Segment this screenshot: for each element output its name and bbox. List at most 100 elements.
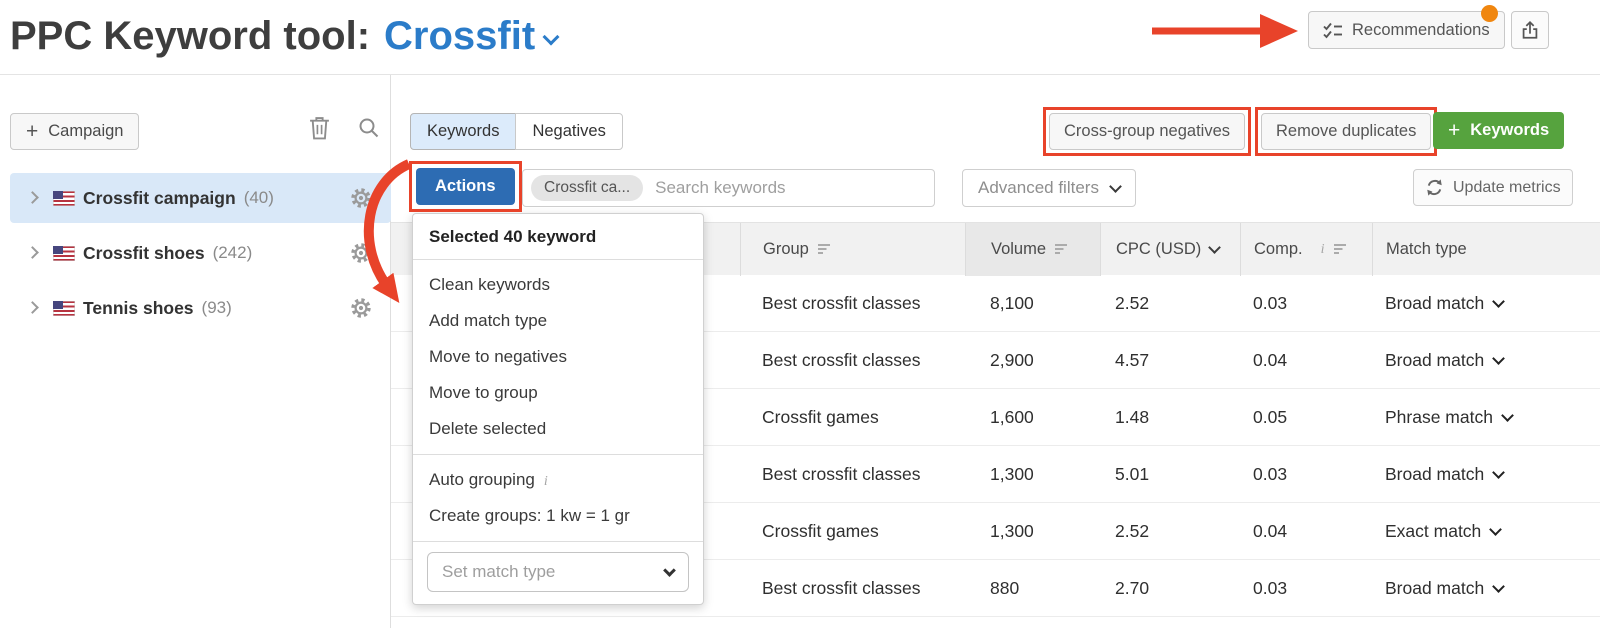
match-type-dropdown[interactable]: Exact match xyxy=(1372,521,1600,542)
auto-grouping-label: Auto grouping xyxy=(429,470,535,489)
cpc-cell: 1.48 xyxy=(1100,407,1240,428)
header-match-type-label: Match type xyxy=(1386,240,1467,259)
menu-item-auto-grouping[interactable]: Auto grouping i xyxy=(413,462,703,498)
menu-item-create-groups[interactable]: Create groups: 1 kw = 1 gr xyxy=(413,498,703,534)
sort-icon[interactable] xyxy=(818,244,831,255)
update-metrics-button[interactable]: Update metrics xyxy=(1413,169,1573,206)
add-keywords-label: Keywords xyxy=(1470,121,1549,140)
cpc-cell: 5.01 xyxy=(1100,464,1240,485)
recommendations-label: Recommendations xyxy=(1352,21,1490,40)
header-volume-label: Volume xyxy=(991,240,1046,259)
sort-desc-chevron-icon[interactable] xyxy=(1208,241,1221,254)
campaign-name: Crossfit shoes xyxy=(83,243,205,264)
comp-cell: 0.04 xyxy=(1240,521,1372,542)
match-type-value: Broad match xyxy=(1385,293,1484,314)
chevron-down-icon[interactable] xyxy=(543,29,560,46)
expand-chevron-icon[interactable] xyxy=(28,299,37,317)
tab-keywords[interactable]: Keywords xyxy=(410,113,516,150)
us-flag-icon xyxy=(53,191,75,206)
chevron-down-icon xyxy=(1489,523,1502,536)
info-icon: i xyxy=(544,474,548,489)
match-type-dropdown[interactable]: Broad match xyxy=(1372,578,1600,599)
expand-chevron-icon[interactable] xyxy=(28,189,37,207)
campaign-item-tennis-shoes[interactable]: Tennis shoes (93) xyxy=(10,283,391,333)
comp-cell: 0.04 xyxy=(1240,350,1372,371)
match-type-value: Phrase match xyxy=(1385,407,1493,428)
match-type-dropdown[interactable]: Broad match xyxy=(1372,293,1600,314)
chevron-down-icon xyxy=(1492,352,1505,365)
menu-item-add-match-type[interactable]: Add match type xyxy=(413,303,703,339)
chevron-down-icon xyxy=(1501,409,1514,422)
campaign-settings-button[interactable] xyxy=(351,243,371,268)
cross-group-negatives-button[interactable]: Cross-group negatives xyxy=(1049,113,1245,150)
cross-group-negatives-highlight: Cross-group negatives xyxy=(1043,107,1251,156)
campaign-list: Crossfit campaign (40) Crossfit shoes (2… xyxy=(0,173,391,338)
header-match-type[interactable]: Match type xyxy=(1372,223,1600,276)
add-keywords-button[interactable]: + Keywords xyxy=(1433,112,1564,149)
comp-cell: 0.03 xyxy=(1240,464,1372,485)
page-title: PPC Keyword tool:Crossfit xyxy=(10,0,557,75)
campaign-settings-button[interactable] xyxy=(351,188,371,213)
group-cell: Best crossfit classes xyxy=(740,293,965,314)
sort-icon[interactable] xyxy=(1055,244,1068,255)
match-type-dropdown[interactable]: Broad match xyxy=(1372,464,1600,485)
gear-icon xyxy=(351,243,371,263)
keyword-search-box[interactable]: Crossfit ca... xyxy=(522,169,935,207)
remove-duplicates-button[interactable]: Remove duplicates xyxy=(1261,113,1431,150)
update-metrics-label: Update metrics xyxy=(1453,179,1561,197)
group-cell: Crossfit games xyxy=(740,407,965,428)
actions-highlight: Actions xyxy=(409,161,522,212)
tab-negatives[interactable]: Negatives xyxy=(515,113,622,150)
actions-button[interactable]: Actions xyxy=(416,168,515,205)
search-campaigns-button[interactable] xyxy=(358,117,380,144)
refresh-icon xyxy=(1425,178,1444,197)
group-cell: Crossfit games xyxy=(740,521,965,542)
menu-item-delete-selected[interactable]: Delete selected xyxy=(413,411,703,447)
campaign-item-crossfit-shoes[interactable]: Crossfit shoes (242) xyxy=(10,228,391,278)
campaign-filter-chip[interactable]: Crossfit ca... xyxy=(531,175,643,201)
keyword-count: (93) xyxy=(202,298,232,318)
match-type-dropdown[interactable]: Broad match xyxy=(1372,350,1600,371)
cpc-cell: 2.52 xyxy=(1100,293,1240,314)
header-cpc[interactable]: CPC (USD) xyxy=(1100,223,1240,276)
chevron-down-icon xyxy=(663,564,676,577)
advanced-filters-label: Advanced filters xyxy=(978,178,1099,198)
keywords-negatives-tabs: Keywords Negatives xyxy=(410,113,623,150)
sort-icon[interactable] xyxy=(1334,244,1347,255)
actions-menu-list: Clean keywords Add match type Move to ne… xyxy=(413,260,703,454)
expand-chevron-icon[interactable] xyxy=(28,244,37,262)
chevron-down-icon xyxy=(1492,466,1505,479)
header-comp[interactable]: Comp. i xyxy=(1240,223,1372,276)
recommendations-button[interactable]: Recommendations xyxy=(1308,11,1505,49)
add-campaign-button[interactable]: + Campaign xyxy=(10,113,139,150)
actions-dropdown-menu: Selected 40 keyword Clean keywords Add m… xyxy=(412,213,704,605)
campaign-selector[interactable]: Crossfit xyxy=(384,14,535,58)
match-type-dropdown[interactable]: Phrase match xyxy=(1372,407,1600,428)
red-arrow-annotation xyxy=(1150,12,1300,50)
campaign-name: Tennis shoes xyxy=(83,298,194,319)
comp-cell: 0.05 xyxy=(1240,407,1372,428)
campaign-settings-button[interactable] xyxy=(351,298,371,323)
menu-item-move-to-group[interactable]: Move to group xyxy=(413,375,703,411)
add-campaign-label: Campaign xyxy=(48,122,123,141)
search-keywords-input[interactable] xyxy=(655,178,926,198)
delete-campaign-button[interactable] xyxy=(308,115,331,146)
set-match-type-placeholder: Set match type xyxy=(442,562,555,582)
export-icon xyxy=(1519,19,1541,41)
volume-cell: 1,300 xyxy=(965,464,1100,485)
menu-item-move-to-negatives[interactable]: Move to negatives xyxy=(413,339,703,375)
comp-cell: 0.03 xyxy=(1240,578,1372,599)
menu-divider: Set match type xyxy=(413,541,703,592)
us-flag-icon xyxy=(53,301,75,316)
campaign-item-crossfit-campaign[interactable]: Crossfit campaign (40) xyxy=(10,173,391,223)
set-match-type-select[interactable]: Set match type xyxy=(427,552,689,592)
chevron-down-icon xyxy=(1109,180,1122,193)
header-volume[interactable]: Volume xyxy=(965,223,1100,276)
export-button[interactable] xyxy=(1511,11,1549,49)
campaigns-sidebar: + Campaign Crossfit campaign (40) xyxy=(0,75,391,628)
match-type-value: Exact match xyxy=(1385,521,1481,542)
header-group[interactable]: Group xyxy=(740,223,965,276)
advanced-filters-button[interactable]: Advanced filters xyxy=(962,169,1136,207)
cpc-cell: 2.70 xyxy=(1100,578,1240,599)
menu-item-clean-keywords[interactable]: Clean keywords xyxy=(413,267,703,303)
